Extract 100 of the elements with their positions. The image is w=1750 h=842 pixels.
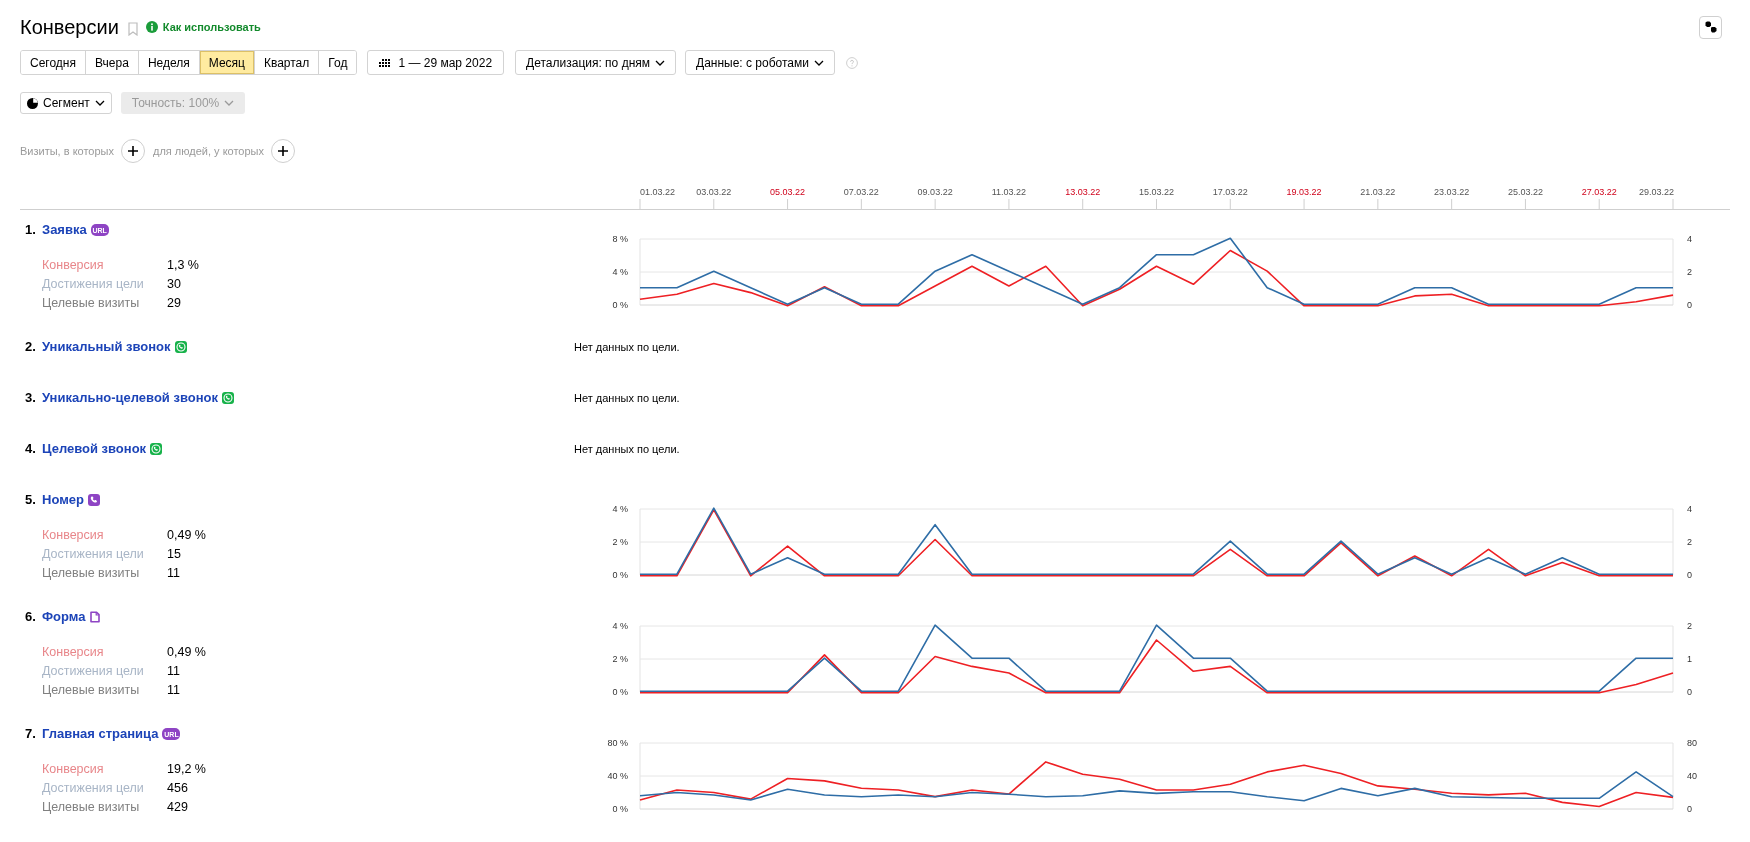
info-icon [145, 21, 158, 33]
no-data-message: Нет данных по цели. [574, 441, 680, 457]
stat-label: Конверсия [42, 644, 105, 662]
filter-label: Визиты, в которых [20, 143, 114, 159]
chevron-down-icon [94, 100, 105, 106]
axis-label: 80 [1687, 738, 1697, 748]
axis-label: 0 % [612, 804, 628, 814]
line-series [639, 761, 1674, 808]
goal-number: 3. [25, 389, 37, 408]
segment-button[interactable]: Сегмент [20, 92, 112, 114]
date-label: 11.03.22 [991, 187, 1027, 197]
plus-icon [128, 146, 138, 156]
phone-icon [87, 494, 100, 506]
stat-label: Достижения цели [42, 663, 145, 681]
goal-number: 1. [25, 221, 37, 240]
axis-label: 2 [1687, 621, 1692, 631]
stat-value: 429 [167, 799, 188, 817]
axis-label: 2 [1687, 267, 1692, 277]
stat-value: 19,2 % [167, 761, 206, 779]
date-label: 17.03.22 [1212, 187, 1248, 197]
stat-label: Целевые визиты [42, 682, 141, 700]
date-label: 07.03.22 [843, 187, 879, 197]
date-label: 19.03.22 [1286, 187, 1322, 197]
chevron-down-icon [814, 59, 824, 66]
date-label: 23.03.22 [1434, 187, 1470, 197]
date-label: 29.03.22 [1638, 187, 1674, 197]
how-to-use-link[interactable]: Как использовать [145, 18, 261, 36]
axis-label: 4 % [612, 504, 628, 514]
goal-number: 6. [25, 608, 37, 627]
date-label: 01.03.22 [640, 187, 676, 197]
plus-icon [278, 146, 288, 156]
stat-label: Конверсия [42, 761, 105, 779]
date-range-button[interactable]: 1 — 29 мар 2022 [367, 50, 505, 75]
stat-label: Целевые визиты [42, 799, 141, 817]
phone-call-icon [174, 341, 187, 353]
goal-number: 7. [25, 725, 37, 744]
stat-value: 29 [167, 295, 181, 313]
stat-label: Достижения цели [42, 546, 145, 564]
axis-label: 0 [1687, 687, 1692, 697]
date-label: 05.03.22 [770, 187, 806, 197]
date-label: 21.03.22 [1360, 187, 1396, 197]
pie-chart-icon [27, 97, 38, 109]
axis-label: 0 % [612, 300, 628, 310]
axis-label: 4 [1687, 234, 1692, 244]
date-label: 27.03.22 [1581, 187, 1617, 197]
goal-link[interactable]: Заявка [42, 220, 87, 240]
view-toggle-button[interactable] [1699, 15, 1722, 39]
filter-label: для людей, у которых [153, 143, 264, 159]
goal-number: 4. [25, 440, 37, 459]
axis-label: 4 [1687, 504, 1692, 514]
stat-label: Конверсия [42, 527, 105, 545]
stat-label: Конверсия [42, 257, 105, 275]
grid-icon [379, 58, 391, 67]
date-label: 09.03.22 [917, 187, 953, 197]
axis-label: 40 % [607, 771, 628, 781]
goal-link[interactable]: Уникальный звонок [42, 337, 171, 357]
axis-label: 2 [1687, 537, 1692, 547]
axis-label: 0 % [612, 687, 628, 697]
axis-label: 0 [1687, 804, 1692, 814]
chevron-down-icon [655, 59, 665, 66]
stat-label: Достижения цели [42, 276, 145, 294]
axis-label: 40 [1687, 771, 1697, 781]
period-tab[interactable]: Месяц [199, 51, 255, 74]
no-data-message: Нет данных по цели. [574, 339, 680, 355]
line-series [639, 249, 1674, 307]
goal-link[interactable]: Уникально-целевой звонок [42, 388, 218, 408]
stat-value: 1,3 % [167, 257, 199, 275]
date-label: 25.03.22 [1507, 187, 1543, 197]
goal-link[interactable]: Номер [42, 490, 84, 510]
goal-link[interactable]: Целевой звонок [42, 439, 147, 459]
axis-label: 0 % [612, 570, 628, 580]
add-condition-button[interactable] [271, 139, 295, 163]
axis-label: 2 % [612, 537, 628, 547]
dropdown-button[interactable]: Детализация: по дням [515, 50, 676, 75]
phone-call-icon [150, 443, 163, 455]
stat-label: Достижения цели [42, 780, 145, 798]
axis-label: 8 % [612, 234, 628, 244]
stat-value: 0,49 % [167, 644, 206, 662]
dropdown-button[interactable]: Данные: с роботами [685, 50, 835, 75]
stat-value: 11 [167, 565, 180, 583]
phone-call-icon [222, 392, 234, 404]
axis-label: 80 % [607, 738, 628, 748]
document-icon [89, 611, 102, 623]
chevron-down-icon [224, 100, 235, 106]
axis-label: 4 % [612, 267, 628, 277]
no-data-message: Нет данных по цели. [574, 390, 680, 406]
period-tab[interactable]: Сегодня [21, 51, 86, 74]
goal-link[interactable]: Форма [42, 607, 86, 627]
date-label: 03.03.22 [696, 187, 732, 197]
stat-value: 30 [167, 276, 181, 294]
axis-label: 0 [1687, 300, 1692, 310]
goal-link[interactable]: Главная страница [42, 724, 159, 744]
goal-number: 5. [25, 491, 37, 510]
page-title: Конверсии [20, 15, 119, 39]
stat-value: 15 [167, 546, 181, 564]
stat-value: 11 [167, 663, 180, 681]
line-series [639, 639, 1674, 694]
stat-value: 11 [167, 682, 180, 700]
add-condition-button[interactable] [121, 139, 145, 163]
date-label: 13.03.22 [1065, 187, 1101, 197]
